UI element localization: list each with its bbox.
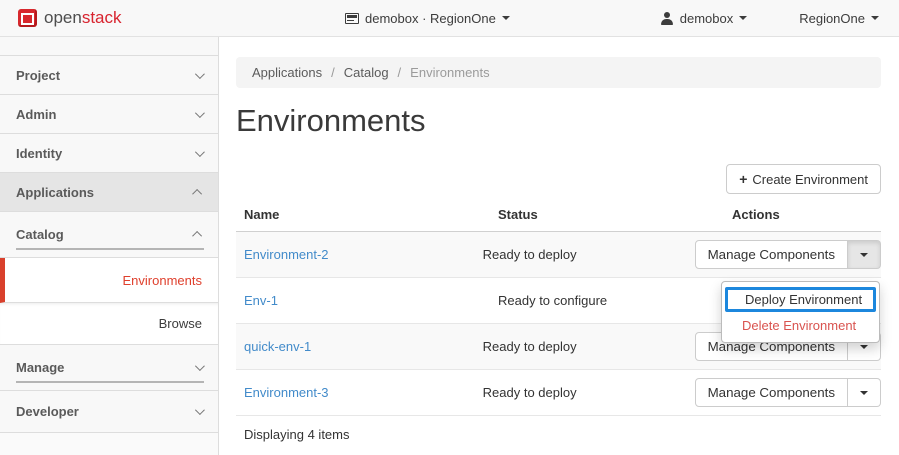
- top-navbar: openstack demobox · RegionOne demobox Re…: [0, 0, 899, 37]
- chevron-down-icon: [195, 108, 205, 118]
- page-title: Environments: [236, 103, 881, 139]
- sidebar-item-label: Browse: [159, 316, 202, 331]
- environment-actions-cell: Manage Components: [695, 378, 881, 407]
- actions-split-button: Manage Components: [695, 378, 881, 407]
- breadcrumb-separator: /: [398, 65, 402, 80]
- column-header-name: Name: [236, 199, 490, 231]
- sidebar-item-manage[interactable]: Manage: [0, 345, 218, 391]
- sidebar-item-label: Catalog: [16, 227, 64, 242]
- sidebar-item-label: Manage: [16, 360, 64, 375]
- breadcrumb-catalog[interactable]: Catalog: [344, 65, 389, 80]
- environment-link[interactable]: Env-1: [244, 293, 278, 308]
- environment-status-cell: Ready to deploy: [475, 247, 695, 262]
- sidebar-item-label: Identity: [16, 146, 62, 161]
- chevron-down-icon: [195, 405, 205, 415]
- table-footer-count: Displaying 4 items: [236, 416, 881, 453]
- breadcrumb-applications[interactable]: Applications: [252, 65, 322, 80]
- sidebar-item-label: Admin: [16, 107, 56, 122]
- user-menu-label: demobox: [680, 11, 733, 26]
- table-toolbar: + Create Environment: [236, 164, 881, 194]
- region-menu-label: RegionOne: [799, 11, 865, 26]
- sidebar-nav: Project Admin Identity Applications Cata…: [0, 37, 219, 455]
- create-environment-label: Create Environment: [752, 172, 868, 187]
- sidebar-item-admin[interactable]: Admin: [0, 95, 218, 134]
- column-header-actions: Actions: [724, 199, 881, 231]
- project-region-switcher[interactable]: demobox · RegionOne: [345, 0, 510, 36]
- main-content: Applications / Catalog / Environments En…: [220, 37, 899, 455]
- user-icon: [661, 12, 674, 25]
- caret-down-icon: [860, 253, 868, 257]
- chevron-down-icon: [739, 16, 747, 20]
- sidebar-item-project[interactable]: Project: [0, 56, 218, 95]
- actions-dropdown-menu: Deploy Environment Delete Environment: [721, 281, 880, 343]
- breadcrumb-current: Environments: [410, 65, 489, 80]
- sidebar-item-developer[interactable]: Developer: [0, 391, 218, 433]
- sidebar-item-browse[interactable]: Browse: [0, 303, 218, 345]
- deploy-environment-menu-item[interactable]: Deploy Environment: [725, 287, 876, 312]
- environment-link[interactable]: quick-env-1: [244, 339, 311, 354]
- logo-text-open: open: [44, 8, 82, 28]
- sidebar-item-catalog[interactable]: Catalog: [0, 212, 218, 258]
- project-panel-icon: [345, 13, 359, 24]
- sidebar-top-strip: [0, 37, 218, 56]
- chevron-down-icon: [195, 69, 205, 79]
- user-menu[interactable]: demobox: [661, 11, 747, 26]
- topbar-right-group: demobox RegionOne: [661, 11, 899, 26]
- chevron-down-icon: [195, 361, 205, 371]
- manage-components-button[interactable]: Manage Components: [695, 240, 848, 269]
- sidebar-item-applications[interactable]: Applications: [0, 173, 218, 212]
- chevron-down-icon: [502, 16, 510, 20]
- table-row: Environment-3 Ready to deploy Manage Com…: [236, 370, 881, 416]
- sidebar-item-label: Developer: [16, 404, 79, 419]
- sidebar-item-identity[interactable]: Identity: [0, 134, 218, 173]
- chevron-down-icon: [871, 16, 879, 20]
- plus-icon: +: [739, 171, 747, 187]
- sidebar-item-label: Environments: [123, 273, 202, 288]
- environment-name-cell: Env-1: [236, 293, 490, 308]
- environment-name-cell: Environment-2: [236, 247, 475, 262]
- project-region-label: demobox · RegionOne: [365, 11, 496, 26]
- create-environment-button[interactable]: + Create Environment: [726, 164, 881, 194]
- caret-down-icon: [860, 391, 868, 395]
- actions-split-button: Manage Components: [695, 240, 881, 269]
- breadcrumb: Applications / Catalog / Environments: [236, 57, 881, 88]
- environment-link[interactable]: Environment-2: [244, 247, 329, 262]
- table-header-row: Name Status Actions: [236, 199, 881, 232]
- openstack-cube-icon: [18, 9, 37, 27]
- chevron-down-icon: [195, 147, 205, 157]
- sidebar-item-label: Applications: [16, 185, 94, 200]
- delete-environment-menu-item[interactable]: Delete Environment: [722, 314, 879, 337]
- chevron-up-icon: [192, 188, 202, 198]
- environment-status-cell: Ready to configure: [490, 293, 724, 308]
- logo-text-stack: stack: [82, 8, 122, 28]
- environment-status-cell: Ready to deploy: [475, 385, 695, 400]
- breadcrumb-separator: /: [331, 65, 335, 80]
- sidebar-item-environments[interactable]: Environments: [0, 258, 218, 303]
- caret-down-icon: [860, 345, 868, 349]
- actions-dropdown-toggle[interactable]: [848, 378, 881, 407]
- actions-dropdown-toggle[interactable]: [848, 240, 881, 269]
- environment-name-cell: quick-env-1: [236, 339, 475, 354]
- column-header-status: Status: [490, 199, 724, 231]
- chevron-up-icon: [192, 231, 202, 241]
- environment-link[interactable]: Environment-3: [244, 385, 329, 400]
- environments-table: Name Status Actions Environment-2 Ready …: [236, 199, 881, 453]
- environment-name-cell: Environment-3: [236, 385, 475, 400]
- openstack-logo: openstack: [18, 8, 122, 28]
- region-menu[interactable]: RegionOne: [799, 11, 879, 26]
- sidebar-item-label: Project: [16, 68, 60, 83]
- table-row: Environment-2 Ready to deploy Manage Com…: [236, 232, 881, 278]
- manage-components-button[interactable]: Manage Components: [695, 378, 848, 407]
- environment-actions-cell: Manage Components Deploy Environment Del…: [695, 240, 881, 269]
- environment-status-cell: Ready to deploy: [475, 339, 695, 354]
